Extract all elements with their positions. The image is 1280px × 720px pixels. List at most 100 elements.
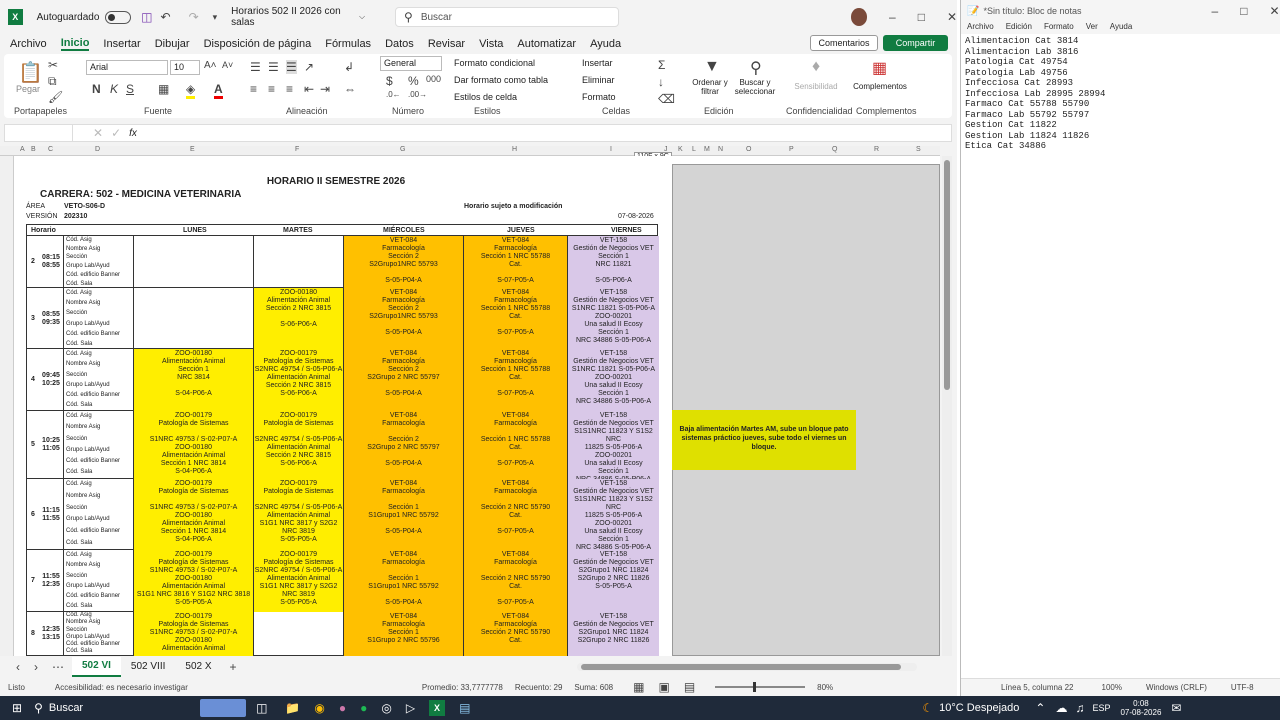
normal-view-icon[interactable]: ▦ [633, 680, 644, 694]
col-s[interactable]: S [916, 146, 921, 153]
notepad-maximize-icon[interactable]: □ [1240, 4, 1247, 18]
increase-decimal-icon[interactable]: .0← [386, 90, 401, 99]
schedule-cell-lun[interactable]: ZOO-00179 Patología de Sistemas S1NRC 49… [133, 479, 253, 550]
col-q[interactable]: Q [832, 146, 837, 153]
find-select-button[interactable]: Buscar y seleccionar [730, 78, 780, 96]
accessibility-status[interactable]: Accesibilidad: es necesario investigar [55, 683, 188, 692]
schedule-cell-jue[interactable]: VET-084 Farmacología Sección 1 NRC 55788… [463, 236, 567, 288]
schedule-cell-lun[interactable]: ZOO-00179 Patología de Sistemas S1NRC 49… [133, 612, 253, 656]
schedule-cell-jue[interactable]: VET-084 Farmacología Sección 2 NRC 55790… [463, 479, 567, 550]
tab-insertar[interactable]: Insertar [103, 38, 140, 50]
tab-disposicion[interactable]: Disposición de página [204, 38, 312, 50]
schedule-cell-mie[interactable]: VET-084 Farmacología Sección 1 S1Grupo1 … [343, 479, 463, 550]
conditional-format-button[interactable]: Formato condicional [454, 58, 535, 68]
schedule-cell-mar[interactable]: ZOO-00179 Patología de Sistemas S2NRC 49… [253, 349, 343, 411]
schedule-cell-vie[interactable]: VET-158 Gestión de Negocios VET S2Grupo1… [567, 550, 659, 612]
schedule-cell-mie[interactable]: VET-084 Farmacología Sección 2 S2Grupo 2… [343, 349, 463, 411]
fx-button[interactable]: fx [129, 128, 137, 139]
tab-formulas[interactable]: Fórmulas [325, 38, 371, 50]
wrap-text-icon[interactable]: ↲ [344, 60, 354, 74]
schedule-cell-mar[interactable] [253, 236, 343, 288]
col-p[interactable]: P [789, 146, 794, 153]
notepad-menu-edicion[interactable]: Edición [1006, 22, 1032, 34]
tab-datos[interactable]: Datos [385, 38, 414, 50]
sheet-tab-502-viii[interactable]: 502 VIII [121, 658, 175, 676]
notepad-close-icon[interactable]: ✕ [1269, 4, 1279, 18]
schedule-cell-vie[interactable]: VET-158 Gestión de Negocios VET Sección … [567, 236, 659, 288]
align-center-icon[interactable]: ≡ [268, 82, 275, 96]
obs-icon[interactable]: ◎ [381, 701, 391, 715]
schedule-cell-lun[interactable] [133, 236, 253, 288]
format-as-table-button[interactable]: Dar formato como tabla [454, 75, 548, 85]
cut-icon[interactable]: ✂ [48, 58, 58, 72]
col-k[interactable]: K [678, 146, 683, 153]
copy-icon[interactable]: ⧉ [48, 74, 57, 89]
schedule-cell-mie[interactable]: VET-084 Farmacología Sección 1 S1Grupo1 … [343, 550, 463, 612]
windows-start-icon[interactable]: ⊞ [12, 701, 22, 715]
weather-label[interactable]: 10°C Despejado [939, 702, 1019, 714]
enter-icon[interactable]: ✓ [111, 126, 121, 140]
col-l[interactable]: L [692, 146, 696, 153]
add-sheet-icon[interactable]: + [230, 660, 237, 674]
col-i[interactable]: I [610, 146, 612, 153]
search-highlight-icon[interactable] [200, 699, 247, 717]
bold-icon[interactable]: N [92, 82, 101, 96]
col-g[interactable]: G [400, 146, 405, 153]
col-f[interactable]: F [295, 146, 299, 153]
file-explorer-icon[interactable]: 📁 [285, 701, 300, 715]
align-middle-icon[interactable]: ☰ [268, 60, 279, 74]
notepad-menu-ver[interactable]: Ver [1086, 22, 1098, 34]
align-top-icon[interactable]: ☰ [250, 60, 261, 74]
tab-vista[interactable]: Vista [479, 38, 503, 50]
volume-icon[interactable]: ♫ [1075, 701, 1084, 715]
capcut-icon[interactable]: ▷ [406, 701, 415, 715]
chevron-up-icon[interactable]: ⌃ [1035, 701, 1045, 715]
notepad-text-area[interactable]: Alimentacion Cat 3814 Alimentacion Lab 3… [961, 34, 1280, 674]
schedule-cell-lun[interactable]: ZOO-00179 Patología de Sistemas S1NRC 49… [133, 411, 253, 479]
sticky-note[interactable]: Baja alimentación Martes AM, sube un blo… [672, 410, 856, 470]
next-sheet-icon[interactable]: › [34, 660, 38, 674]
col-a[interactable]: A [20, 146, 25, 153]
schedule-cell-vie[interactable]: VET-158 Gestión de Negocios VET S1NRC 11… [567, 288, 659, 349]
schedule-cell-mie[interactable]: VET-084 Farmacología Sección 2 S2Grupo1N… [343, 288, 463, 349]
borders-icon[interactable]: ▦ [158, 82, 169, 96]
increase-font-icon[interactable]: A˄ [204, 60, 217, 71]
network-icon[interactable]: ☁ [1055, 701, 1067, 715]
font-size-select[interactable]: 10 [170, 60, 200, 75]
col-d[interactable]: D [95, 146, 100, 153]
schedule-cell-vie[interactable]: VET-158 Gestión de Negocios VET S1NRC 11… [567, 349, 659, 411]
font-color-icon[interactable]: A [214, 82, 223, 99]
col-e[interactable]: E [190, 146, 195, 153]
page-break-icon[interactable]: ▤ [684, 680, 695, 694]
align-bottom-icon[interactable]: ☰ [286, 60, 297, 74]
clock[interactable]: 0:08 07-08-2026 [1120, 699, 1161, 717]
decrease-decimal-icon[interactable]: .00→ [408, 90, 427, 99]
addins-button[interactable]: Complementos [850, 82, 910, 91]
tab-automatizar[interactable]: Automatizar [517, 38, 576, 50]
notepad-taskbar-icon[interactable]: ▤ [459, 701, 470, 715]
format-painter-icon[interactable]: 🖌 [48, 90, 63, 104]
schedule-cell-mar[interactable]: ZOO-00179 Patología de Sistemas S2NRC 49… [253, 550, 343, 612]
sheet-tab-502-vi[interactable]: 502 VI [72, 657, 121, 677]
schedule-cell-lun[interactable]: ZOO-00180 Alimentación Animal Sección 1 … [133, 349, 253, 411]
vertical-scrollbar[interactable] [942, 156, 952, 656]
maximize-icon[interactable]: □ [918, 10, 925, 24]
schedule-cell-vie[interactable]: VET-158 Gestión de Negocios VET S1S1NRC … [567, 479, 659, 550]
schedule-cell-vie[interactable]: VET-158 Gestión de Negocios VET S2Grupo1… [567, 612, 659, 656]
messenger-icon[interactable]: ● [339, 701, 346, 715]
orientation-icon[interactable]: ↗ [304, 60, 314, 74]
col-b[interactable]: B [31, 146, 36, 153]
tab-dibujar[interactable]: Dibujar [155, 38, 190, 50]
notepad-minimize-icon[interactable]: – [1212, 4, 1219, 18]
number-format-select[interactable]: General [380, 56, 442, 71]
sort-filter-icon[interactable]: ▼ [704, 58, 720, 76]
tab-inicio[interactable]: Inicio [60, 37, 90, 51]
more-sheets-icon[interactable]: ⋯ [52, 660, 64, 674]
schedule-cell-jue[interactable]: VET-084 Farmacología Sección 1 NRC 55788… [463, 349, 567, 411]
schedule-cell-jue[interactable]: VET-084 Farmacología Sección 1 NRC 55788… [463, 411, 567, 479]
cancel-icon[interactable]: ✕ [93, 126, 103, 140]
percent-icon[interactable]: % [408, 74, 419, 88]
schedule-cell-lun[interactable] [133, 288, 253, 349]
schedule-cell-mar[interactable]: ZOO-00179 Patología de Sistemas S2NRC 49… [253, 479, 343, 550]
addins-icon[interactable]: ▦ [872, 58, 887, 78]
